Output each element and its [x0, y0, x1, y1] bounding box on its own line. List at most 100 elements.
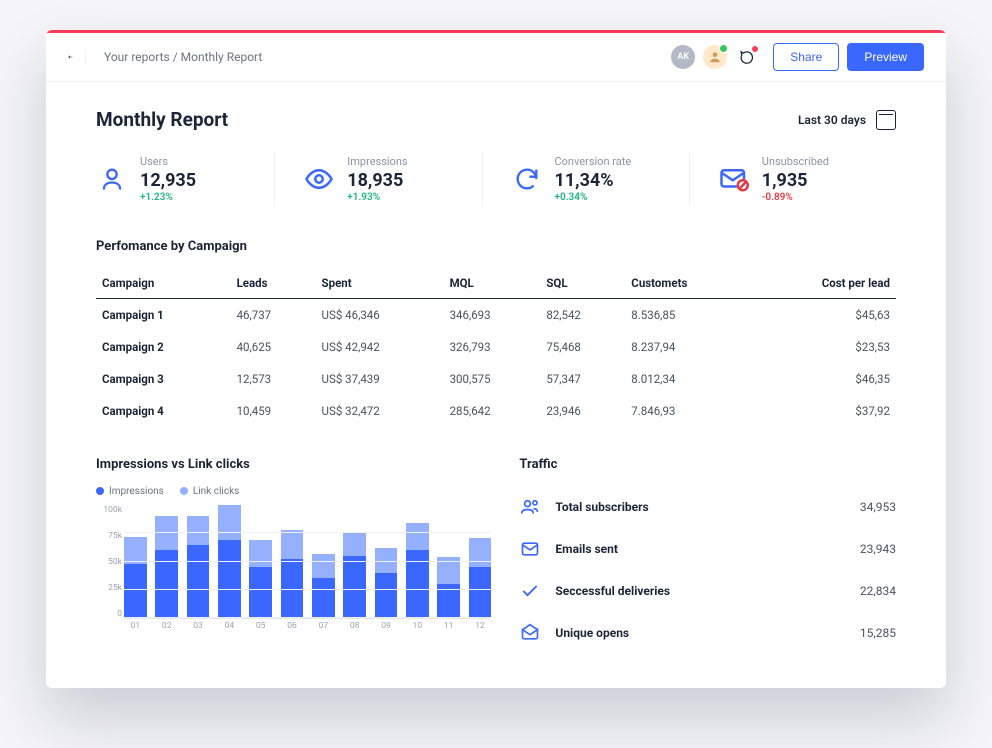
table-cell: US$ 42,942 — [316, 331, 444, 363]
table-cell: 8.012,34 — [625, 363, 749, 395]
bar-seg-impressions — [124, 564, 147, 618]
traffic-value: 22,834 — [860, 584, 896, 598]
open-mail-icon — [519, 622, 541, 644]
kpi-delta: -0.89% — [762, 192, 829, 203]
x-tick: 05 — [249, 621, 272, 635]
x-tick: 12 — [469, 621, 492, 635]
bar-seg-linkclicks — [469, 538, 492, 567]
legend-item: Impressions — [96, 486, 164, 497]
y-tick: 50k — [96, 557, 122, 567]
table-header: Customets — [625, 268, 749, 299]
chat-button[interactable] — [735, 45, 759, 69]
avatar[interactable] — [703, 45, 727, 69]
table-cell: $23,53 — [749, 331, 896, 363]
table-cell: 75,468 — [540, 331, 625, 363]
bar-column — [187, 505, 210, 618]
kpi-value: 1,935 — [762, 170, 829, 191]
table-header: Leads — [231, 268, 316, 299]
bar-column — [281, 505, 304, 618]
legend-dot-icon — [180, 487, 188, 495]
traffic-list: Total subscribers34,953Emails sent23,943… — [519, 486, 896, 654]
kpi-label: Conversion rate — [555, 155, 632, 168]
chart-plot — [124, 505, 491, 619]
kpi-label: Impressions — [347, 155, 407, 168]
table-row: Campaign 312,573US$ 37,439300,57557,3478… — [96, 363, 896, 395]
x-tick: 06 — [281, 621, 304, 635]
table-row: Campaign 410,459US$ 32,472285,64223,9467… — [96, 395, 896, 427]
avatar[interactable]: AK — [671, 45, 695, 69]
x-tick: 01 — [124, 621, 147, 635]
title-row: Monthly Report Last 30 days — [96, 108, 896, 131]
x-tick: 09 — [375, 621, 398, 635]
preview-button[interactable]: Preview — [847, 43, 924, 71]
table-header: Campaign — [96, 268, 231, 299]
share-button[interactable]: Share — [773, 43, 839, 71]
table-header: MQL — [444, 268, 541, 299]
grid-line — [124, 561, 491, 562]
performance-title: Perfomance by Campaign — [96, 239, 896, 254]
subscribers-icon — [519, 496, 541, 518]
y-tick: 100k — [96, 505, 122, 515]
breadcrumb-sep: / — [173, 50, 181, 64]
chart-legend: Impressions Link clicks — [96, 486, 491, 497]
y-tick: 0 — [96, 609, 122, 619]
check-icon — [519, 580, 541, 602]
table-cell: 8.237,94 — [625, 331, 749, 363]
table-cell: 46,737 — [231, 299, 316, 332]
kpi-delta: +0.34% — [555, 192, 632, 203]
bar-seg-impressions — [343, 556, 366, 618]
bar-column — [249, 505, 272, 618]
table-header: SQL — [540, 268, 625, 299]
table-cell: 285,642 — [444, 395, 541, 427]
traffic-row: Unique opens15,285 — [519, 612, 896, 654]
x-tick: 07 — [312, 621, 335, 635]
bar-seg-impressions — [312, 578, 335, 618]
bar-seg-impressions — [249, 567, 272, 618]
kpi-users: Users 12,935 +1.23% — [96, 153, 274, 205]
traffic-panel: Traffic Total subscribers34,953Emails se… — [519, 457, 896, 654]
app-window: Your reports / Monthly Report AK Share P… — [46, 30, 946, 688]
date-range-picker[interactable]: Last 30 days — [798, 110, 896, 130]
table-header: Spent — [316, 268, 444, 299]
traffic-label: Seccessful deliveries — [555, 584, 859, 598]
mail-icon — [519, 538, 541, 560]
bar-column — [469, 505, 492, 618]
performance-table: CampaignLeadsSpentMQLSQLCustometsCost pe… — [96, 268, 896, 427]
x-tick: 10 — [406, 621, 429, 635]
bar-column — [343, 505, 366, 618]
breadcrumb-current: Monthly Report — [181, 50, 263, 64]
person-icon — [708, 50, 722, 64]
table-cell: Campaign 1 — [96, 299, 231, 332]
table-cell: Campaign 4 — [96, 395, 231, 427]
date-range-label: Last 30 days — [798, 113, 866, 127]
table-cell: 40,625 — [231, 331, 316, 363]
chart-title: Impressions vs Link clicks — [96, 457, 491, 472]
table-row: Campaign 240,625US$ 42,942326,79375,4688… — [96, 331, 896, 363]
x-tick: 03 — [187, 621, 210, 635]
legend-item: Link clicks — [180, 486, 239, 497]
traffic-value: 34,953 — [860, 500, 896, 514]
content: Monthly Report Last 30 days Users 12,935… — [46, 82, 946, 688]
traffic-row: Total subscribers34,953 — [519, 486, 896, 528]
bar-seg-linkclicks — [343, 533, 366, 556]
bar-seg-linkclicks — [187, 516, 210, 544]
kpi-delta: +1.93% — [347, 192, 407, 203]
bar-seg-linkclicks — [155, 516, 178, 550]
table-cell: US$ 46,346 — [316, 299, 444, 332]
chart-panel: Impressions vs Link clicks Impressions L… — [96, 457, 491, 654]
topbar: Your reports / Monthly Report AK Share P… — [46, 33, 946, 82]
table-cell: US$ 37,439 — [316, 363, 444, 395]
back-button[interactable] — [68, 50, 86, 64]
grid-line — [124, 589, 491, 590]
breadcrumb-root[interactable]: Your reports — [104, 50, 170, 64]
breadcrumb: Your reports / Monthly Report — [104, 50, 671, 64]
eye-icon — [303, 163, 335, 195]
bar-seg-linkclicks — [406, 523, 429, 550]
calendar-icon — [876, 110, 896, 130]
traffic-row: Seccessful deliveries22,834 — [519, 570, 896, 612]
bar-seg-linkclicks — [281, 530, 304, 559]
kpi-impressions: Impressions 18,935 +1.93% — [274, 153, 481, 205]
x-tick: 04 — [218, 621, 241, 635]
user-icon — [96, 163, 128, 195]
chart-area: 100k75k50k25k0 010203040506070809101112 — [96, 505, 491, 635]
